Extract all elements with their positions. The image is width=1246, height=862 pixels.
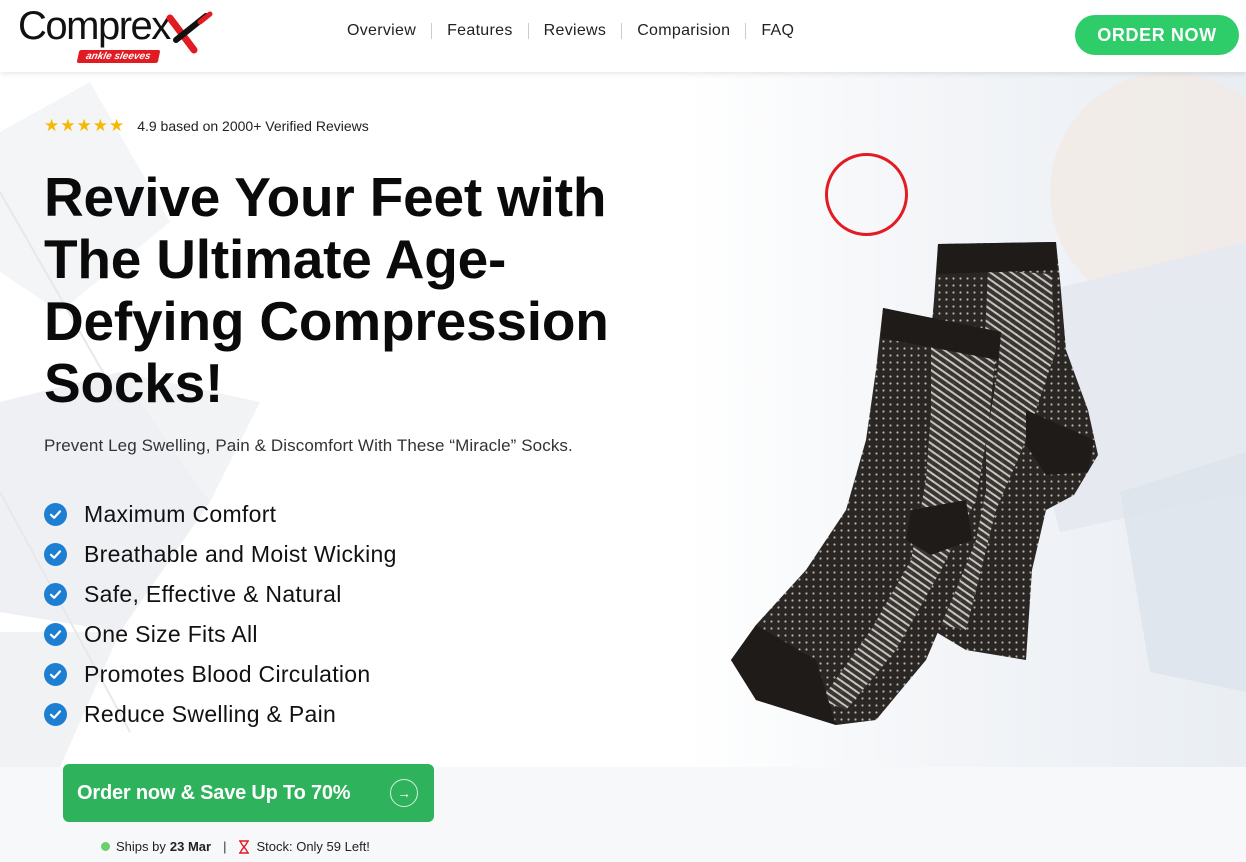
rating-text: 4.9 based on 2000+ Verified Reviews	[137, 118, 369, 134]
ships-date: 23 Mar	[169, 839, 212, 854]
order-save-cta-button[interactable]: Order now & Save Up To 70% →	[63, 764, 434, 822]
check-circle-icon	[44, 542, 67, 566]
feature-item: Reduce Swelling & Pain	[44, 694, 397, 734]
feature-item: Maximum Comfort	[44, 494, 397, 534]
stock-text: Stock: Only 59 Left!	[256, 839, 370, 854]
shipping-separator: |	[223, 839, 227, 854]
nav-features[interactable]: Features	[432, 22, 528, 40]
feature-list: Maximum Comfort Breathable and Moist Wic…	[44, 494, 397, 734]
feature-item: One Size Fits All	[44, 614, 397, 654]
check-circle-icon	[44, 622, 67, 646]
rating-row: ★★★★★ 4.9 based on 2000+ Verified Review…	[44, 116, 369, 136]
check-circle-icon	[44, 702, 67, 726]
check-circle-icon	[44, 502, 67, 526]
feature-item: Promotes Blood Circulation	[44, 654, 397, 694]
check-circle-icon	[44, 662, 67, 686]
arrow-right-icon: →	[390, 779, 418, 807]
status-dot-icon	[101, 842, 110, 851]
order-now-button[interactable]: ORDER NOW	[1075, 15, 1239, 55]
feature-item: Safe, Effective & Natural	[44, 574, 397, 614]
check-circle-icon	[44, 582, 67, 606]
nav-reviews[interactable]: Reviews	[529, 22, 622, 40]
brand-name: Comprex	[18, 4, 171, 48]
logo-x-icon	[166, 11, 213, 54]
cta-label: Order now & Save Up To 70%	[77, 781, 351, 804]
main-nav: Overview Features Reviews Comparision FA…	[332, 22, 809, 40]
nav-overview[interactable]: Overview	[332, 22, 431, 40]
highlight-circle	[825, 153, 908, 236]
compression-socks-image	[731, 242, 1098, 725]
shipping-info: Ships by 23 Mar | Stock: Only 59 Left!	[101, 839, 370, 854]
hero-subhead: Prevent Leg Swelling, Pain & Discomfort …	[44, 436, 573, 455]
feature-label: Promotes Blood Circulation	[84, 660, 371, 687]
feature-label: Breathable and Moist Wicking	[84, 540, 397, 567]
feature-label: Safe, Effective & Natural	[84, 580, 342, 607]
brand-logo[interactable]: Comprex ankle sleeves	[16, 4, 216, 64]
nav-faq[interactable]: FAQ	[746, 22, 809, 40]
hero-headline: Revive Your Feet with The Ultimate Age-D…	[44, 166, 609, 414]
ships-prefix: Ships by	[116, 839, 166, 854]
feature-label: Maximum Comfort	[84, 500, 277, 527]
site-header: Comprex ankle sleeves Overview Features …	[0, 0, 1246, 72]
feature-label: Reduce Swelling & Pain	[84, 700, 337, 727]
feature-label: One Size Fits All	[84, 620, 258, 647]
nav-comparision[interactable]: Comparision	[622, 22, 745, 40]
hourglass-icon	[239, 839, 250, 854]
feature-item: Breathable and Moist Wicking	[44, 534, 397, 574]
star-icon: ★★★★★	[44, 116, 126, 135]
brand-tagline: ankle sleeves	[76, 50, 160, 63]
